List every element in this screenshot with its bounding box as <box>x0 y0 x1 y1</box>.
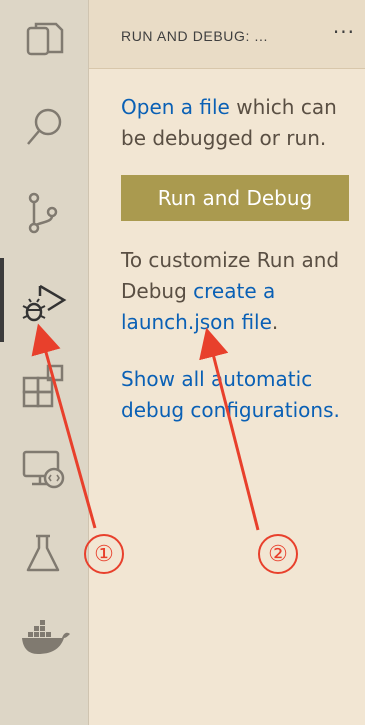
activity-bar <box>0 0 89 725</box>
annotation-label-1: ① <box>84 534 124 574</box>
explorer-button[interactable] <box>0 10 88 74</box>
customize-suffix: . <box>271 310 279 334</box>
source-control-button[interactable] <box>0 178 88 242</box>
run-and-debug-button[interactable]: Run and Debug <box>121 175 349 221</box>
source-control-icon <box>28 192 58 234</box>
search-icon <box>27 108 62 145</box>
run-debug-icon <box>22 284 67 322</box>
open-file-paragraph: Open a file which can be debugged or run… <box>121 92 357 154</box>
show-all-paragraph: Show all automatic debug configurations. <box>121 364 357 426</box>
extensions-button[interactable] <box>0 352 88 416</box>
remote-explorer-button[interactable] <box>0 436 88 500</box>
run-debug-sidebar: RUN AND DEBUG: ... ··· Open a file which… <box>89 0 365 725</box>
testing-icon <box>26 534 60 572</box>
run-debug-button[interactable] <box>0 268 88 332</box>
docker-button[interactable] <box>0 604 88 668</box>
show-all-configurations-link[interactable]: Show all automatic debug configurations. <box>121 367 340 422</box>
open-file-link[interactable]: Open a file <box>121 95 230 119</box>
annotation-label-2: ② <box>258 534 298 574</box>
customize-paragraph: To customize Run and Debug create a laun… <box>121 245 357 338</box>
files-icon <box>26 22 64 56</box>
testing-button[interactable] <box>0 520 88 584</box>
more-actions-button[interactable]: ··· <box>333 20 355 44</box>
docker-icon <box>22 620 70 654</box>
sidebar-title: RUN AND DEBUG: ... <box>121 28 268 44</box>
sidebar-header: RUN AND DEBUG: ... ··· <box>89 0 365 69</box>
search-button[interactable] <box>0 94 88 158</box>
remote-explorer-icon <box>22 450 65 489</box>
extensions-icon <box>22 364 64 408</box>
